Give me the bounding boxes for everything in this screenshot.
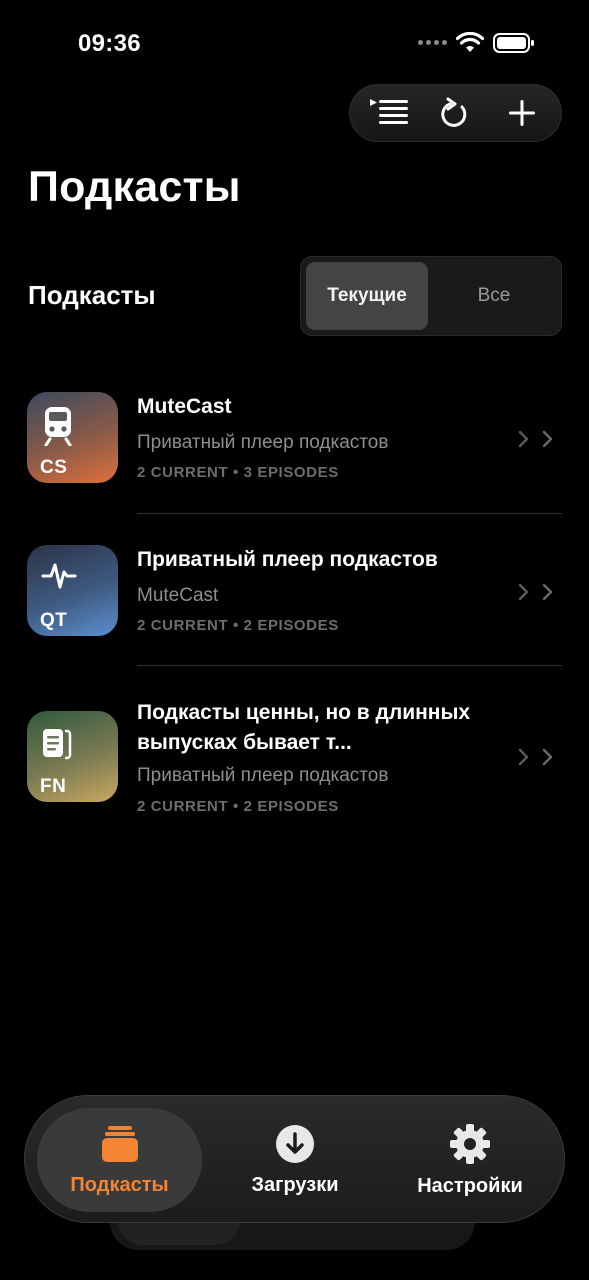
artwork-code: QT xyxy=(40,610,68,631)
filter-segmented-control: Текущие Все xyxy=(300,256,562,336)
podcast-meta: 2 CURRENT • 3 EPISODES xyxy=(137,464,339,481)
podcast-subtitle: Приватный плеер подкастов xyxy=(137,432,389,453)
row-divider xyxy=(137,665,562,666)
podcast-subtitle: Приватный плеер подкастов xyxy=(137,765,389,786)
gear-icon xyxy=(450,1123,490,1164)
refresh-icon xyxy=(441,97,467,127)
segment-all[interactable]: Все xyxy=(431,262,557,330)
section-title: Подкасты xyxy=(28,280,156,310)
chevron-right-icon xyxy=(542,583,553,601)
chevron-right-icon xyxy=(518,430,529,448)
tab-label: Загрузки xyxy=(251,1173,339,1196)
battery-icon xyxy=(493,33,534,53)
segment-current[interactable]: Текущие xyxy=(306,262,428,330)
tab-settings[interactable]: Настройки xyxy=(395,1108,545,1212)
tab-label: Настройки xyxy=(417,1174,523,1197)
tab-downloads[interactable]: Загрузки xyxy=(220,1108,370,1212)
playlist-icon xyxy=(370,99,409,124)
chevron-right-icon xyxy=(542,430,553,448)
page-title: Подкасты xyxy=(28,163,241,211)
podcasts-stack-icon xyxy=(101,1125,138,1162)
artwork-code: FN xyxy=(40,776,67,797)
chevron-right-icon xyxy=(518,748,529,766)
artwork-code: CS xyxy=(40,457,68,478)
podcast-title: Подкасты ценны, но в длинных выпусках бы… xyxy=(137,701,471,754)
podcast-meta: 2 CURRENT • 2 EPISODES xyxy=(137,798,339,815)
row-divider xyxy=(137,513,562,514)
wifi-icon xyxy=(456,32,484,52)
heartbeat-icon xyxy=(41,563,77,589)
podcast-subtitle: MuteCast xyxy=(137,585,219,606)
queue-button[interactable] xyxy=(361,89,417,137)
status-time: 09:36 xyxy=(78,30,141,57)
train-icon xyxy=(44,407,72,446)
podcast-artwork: QT xyxy=(27,545,118,636)
podcast-title: MuteCast xyxy=(137,395,232,418)
status-bar: 09:36 xyxy=(0,0,589,80)
podcast-artwork: CS xyxy=(27,392,118,483)
plus-icon xyxy=(508,100,535,126)
document-icon xyxy=(43,729,72,760)
cellular-signal-icon xyxy=(418,40,447,45)
refresh-button[interactable] xyxy=(427,89,483,137)
podcast-title: Приватный плеер подкастов xyxy=(137,548,438,571)
download-icon xyxy=(276,1124,314,1163)
add-podcast-button[interactable] xyxy=(494,89,550,137)
top-toolbar xyxy=(349,84,562,142)
tab-podcasts[interactable]: Подкасты xyxy=(37,1108,202,1212)
podcast-meta: 2 CURRENT • 2 EPISODES xyxy=(137,617,339,634)
podcast-artwork: FN xyxy=(27,711,118,802)
chevron-right-icon xyxy=(542,748,553,766)
tab-bar: Подкасты Загрузки Настройки xyxy=(24,1095,565,1223)
chevron-right-icon xyxy=(518,583,529,601)
tab-label: Подкасты xyxy=(70,1173,169,1196)
